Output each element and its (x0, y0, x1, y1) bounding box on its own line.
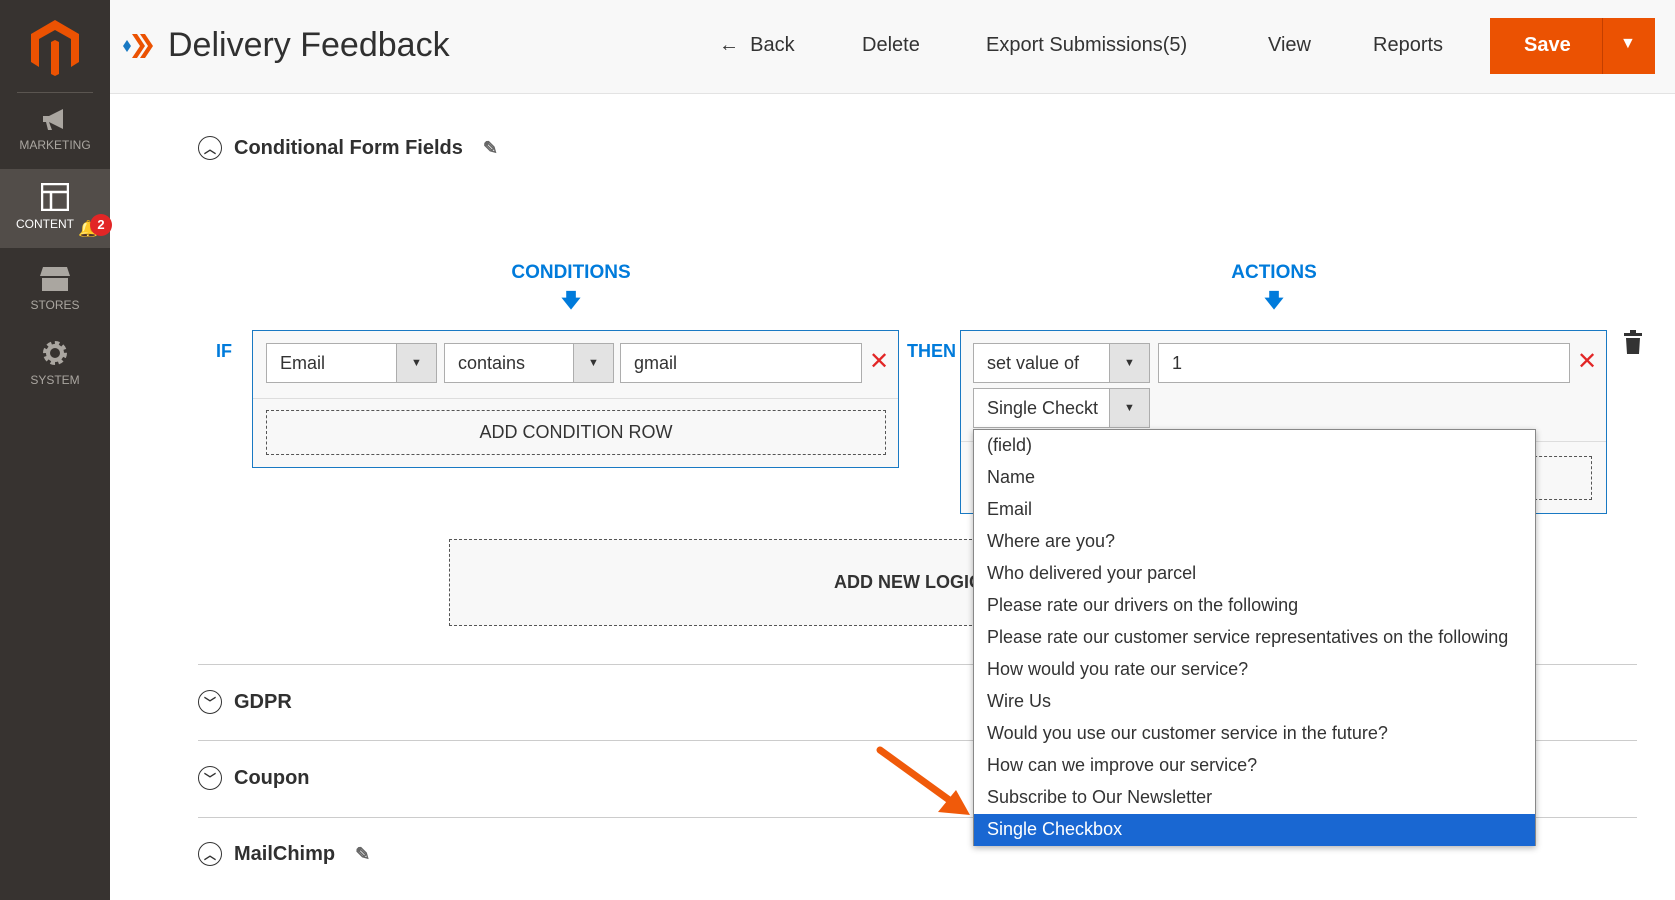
sidebar-item-label: STORES (30, 298, 80, 312)
dropdown-option[interactable]: Please rate our drivers on the following (974, 590, 1535, 622)
sidebar: MARKETING CONTENT 🔔 2 STORES SYSTEM (0, 0, 112, 900)
dropdown-option[interactable]: Wire Us (974, 686, 1535, 718)
reports-button[interactable]: Reports (1373, 34, 1443, 57)
dropdown-option[interactable]: How can we improve our service? (974, 750, 1535, 782)
sidebar-item-marketing[interactable]: MARKETING (0, 108, 110, 152)
megaphone-icon (43, 109, 63, 130)
action-type-select[interactable]: set value of ▼ (973, 343, 1150, 383)
page-title: Delivery Feedback (168, 26, 450, 64)
arrow-down-icon: 🡇 (561, 291, 581, 312)
section-conditional-form-fields[interactable]: ︿ Conditional Form Fields ✎ (198, 136, 498, 160)
section-gdpr[interactable]: ﹀ GDPR (198, 690, 292, 714)
dropdown-option[interactable]: Would you use our customer service in th… (974, 718, 1535, 750)
edit-pencil-icon[interactable]: ✎ (355, 844, 370, 865)
arrow-left-icon: ← (719, 34, 751, 56)
dropdown-option[interactable]: Where are you? (974, 526, 1535, 558)
sidebar-item-content[interactable]: CONTENT 🔔 2 (0, 169, 112, 248)
chevron-down-icon: ﹀ (198, 690, 222, 714)
remove-condition-icon[interactable]: ✕ (869, 347, 889, 376)
condition-value-input[interactable]: gmail (620, 343, 862, 383)
action-field-select[interactable]: Single Checkt ▼ (973, 388, 1150, 428)
action-value-input[interactable]: 1 (1158, 343, 1570, 383)
chevron-up-icon: ︿ (198, 136, 222, 160)
magento-logo-icon[interactable] (31, 20, 79, 76)
chevron-down-icon: ﹀ (198, 766, 222, 790)
arrow-down-icon: 🡇 (1264, 291, 1284, 312)
chevron-down-icon: ▼ (396, 344, 436, 382)
actions-label: ACTIONS (1231, 262, 1317, 283)
trash-icon[interactable] (1624, 330, 1642, 354)
delete-button[interactable]: Delete (862, 34, 920, 57)
dropdown-option[interactable]: Subscribe to Our Newsletter (974, 782, 1535, 814)
dropdown-option[interactable]: Email (974, 494, 1535, 526)
layout-icon (41, 183, 69, 211)
then-label: THEN (907, 341, 956, 361)
condition-field-select[interactable]: Email ▼ (266, 343, 437, 383)
dropdown-option[interactable]: Who delivered your parcel (974, 558, 1535, 590)
annotation-arrow-icon (876, 746, 970, 815)
dropdown-option[interactable]: Please rate our customer service represe… (974, 622, 1535, 654)
if-label: IF (216, 341, 232, 361)
dropdown-option[interactable]: Name (974, 462, 1535, 494)
dropdown-option[interactable]: (field) (974, 430, 1535, 462)
chevron-down-icon[interactable]: ▼ (1620, 35, 1636, 53)
chevron-down-icon: ▼ (1109, 389, 1149, 427)
dropdown-option[interactable]: Single Checkbox (974, 814, 1535, 846)
chevron-down-icon: ▼ (573, 344, 613, 382)
gear-icon (43, 341, 67, 365)
sidebar-item-stores[interactable]: STORES (0, 266, 110, 312)
add-condition-row-button[interactable]: ADD CONDITION ROW (266, 410, 886, 455)
chevron-up-icon: ︿ (198, 842, 222, 866)
field-dropdown-list[interactable]: (field) Name Email Where are you? Who delive… (973, 429, 1536, 846)
page-header: Delivery Feedback ← Back Delete Export S… (110, 0, 1675, 94)
section-mailchimp[interactable]: ︿ MailChimp ✎ (198, 842, 370, 866)
sidebar-item-label: MARKETING (19, 138, 91, 152)
sidebar-item-label: CONTENT (16, 217, 74, 231)
store-icon (40, 267, 70, 291)
save-button[interactable]: Save ▼ (1490, 18, 1655, 74)
chevron-down-icon: ▼ (1109, 344, 1149, 382)
view-button[interactable]: View (1268, 34, 1311, 57)
section-coupon[interactable]: ﹀ Coupon (198, 766, 310, 790)
export-submissions-button[interactable]: Export Submissions(5) (986, 34, 1187, 57)
dropdown-option[interactable]: How would you rate our service? (974, 654, 1535, 686)
back-button[interactable]: ← Back (719, 34, 795, 57)
sidebar-item-label: SYSTEM (30, 373, 80, 387)
notification-badge: 2 (90, 214, 112, 236)
brand-logo-icon (123, 34, 153, 58)
sidebar-item-system[interactable]: SYSTEM (0, 339, 110, 387)
condition-operator-select[interactable]: contains ▼ (444, 343, 614, 383)
edit-pencil-icon[interactable]: ✎ (483, 138, 498, 159)
remove-action-icon[interactable]: ✕ (1577, 347, 1597, 376)
conditions-label: CONDITIONS (511, 262, 631, 283)
